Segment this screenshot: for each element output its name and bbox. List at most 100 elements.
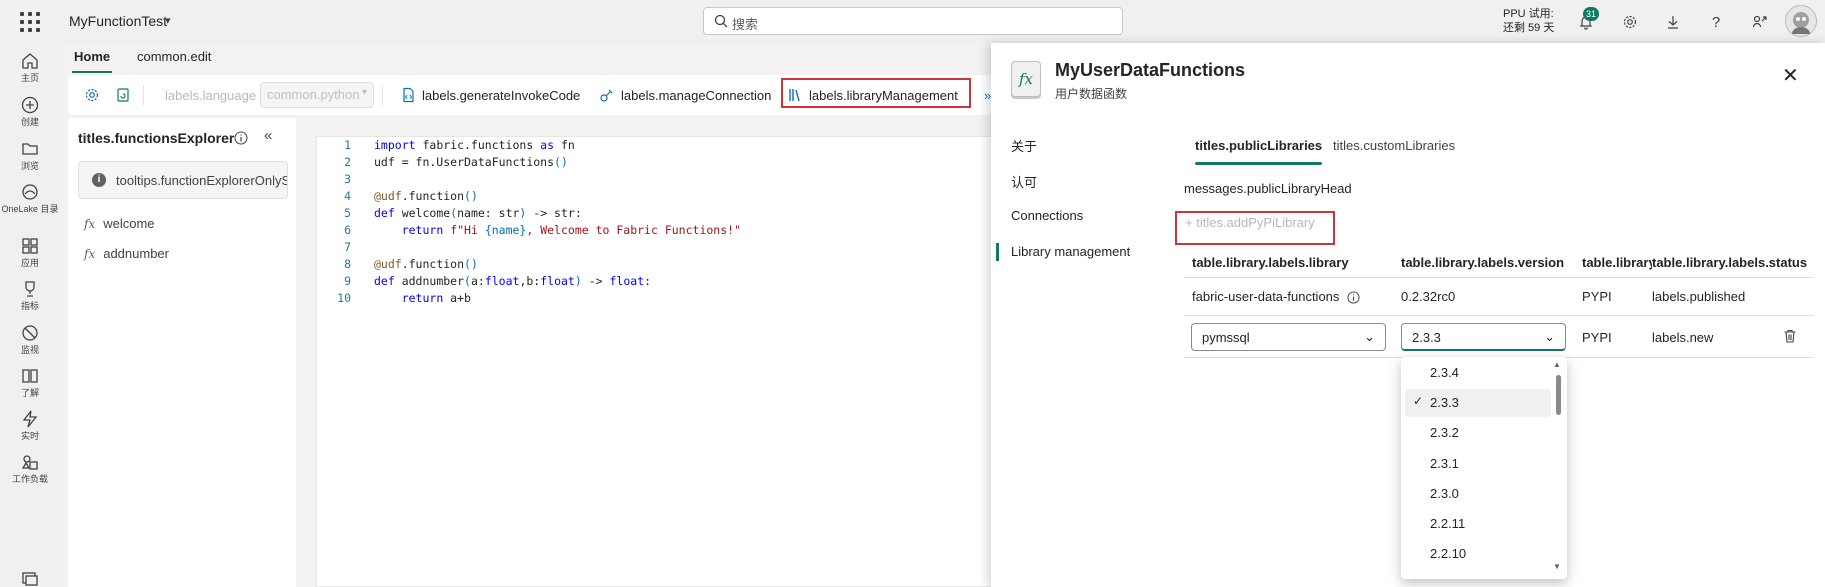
- toolbar-divider: [143, 85, 144, 105]
- info-icon[interactable]: [1347, 291, 1360, 304]
- close-icon[interactable]: ✕: [1782, 63, 1799, 88]
- language-label: labels.language: [165, 87, 257, 103]
- gear-icon: [85, 88, 99, 102]
- code-line: def welcome(name: str) -> str:: [374, 206, 582, 220]
- search-placeholder: 搜索: [732, 17, 759, 32]
- column-status: table.library.labels.status: [1652, 255, 1808, 270]
- tab-custom-libraries[interactable]: titles.customLibraries: [1333, 138, 1455, 153]
- rail-item-apps[interactable]: 应用: [0, 236, 60, 269]
- rail-item-workspace[interactable]: [0, 569, 60, 587]
- version-option-selected[interactable]: ✓ 2.3.3: [1405, 389, 1551, 417]
- version-option[interactable]: 2.2.11: [1405, 510, 1551, 538]
- functions-explorer: titles.functionsExplorer « i tooltips.fu…: [68, 118, 296, 587]
- scrollbar-thumb[interactable]: [1556, 375, 1561, 415]
- gear-icon[interactable]: [1620, 12, 1640, 32]
- version-option[interactable]: 2.2.10: [1405, 540, 1551, 568]
- nav-endorsement[interactable]: 认可: [1011, 172, 1037, 191]
- nav-library-management[interactable]: Library management: [995, 243, 1130, 261]
- info-icon: i: [92, 173, 106, 187]
- library-version: 0.2.32rc0: [1401, 289, 1456, 304]
- code-line: @udf.function(): [374, 257, 478, 271]
- workspace-name[interactable]: MyFunctionTest: [69, 13, 167, 29]
- share-icon[interactable]: [1750, 12, 1770, 32]
- explorer-title: titles.functionsExplorer: [78, 130, 235, 146]
- download-icon[interactable]: [1663, 12, 1683, 32]
- divider: [1184, 277, 1814, 278]
- home-icon: [22, 53, 38, 69]
- public-library-head: messages.publicLibraryHead: [1184, 181, 1352, 196]
- chevron-down-icon[interactable]: ▾: [165, 14, 171, 27]
- library-status: labels.new: [1652, 330, 1714, 345]
- workload-icon: [21, 455, 38, 470]
- checkmark-icon: ✓: [1413, 394, 1424, 408]
- version-option[interactable]: 2.3.1: [1405, 450, 1551, 478]
- library-status: labels.published: [1652, 289, 1746, 304]
- scroll-up-icon[interactable]: ▲: [1553, 360, 1561, 369]
- rail-item-create[interactable]: 创建: [0, 95, 60, 128]
- code-line: import fabric.functions as fn: [374, 138, 575, 152]
- settings-button[interactable]: [84, 83, 100, 107]
- refresh-icon: [117, 88, 129, 102]
- version-dropdown[interactable]: 2.3.4 ✓ 2.3.3 2.3.2 2.3.1 2.3.0 2.2.11 2.…: [1401, 357, 1567, 579]
- language-select[interactable]: common.python ▾: [260, 82, 374, 108]
- function-item-addnumber[interactable]: fx addnumber: [84, 246, 169, 261]
- library-source: PYPI: [1582, 330, 1612, 345]
- help-icon[interactable]: ?: [1706, 12, 1726, 32]
- book-icon: [22, 369, 38, 383]
- tab-public-libraries[interactable]: titles.publicLibraries: [1195, 138, 1323, 165]
- code-editor[interactable]: 1 import fabric.functions as fn 2 udf = fn…: [316, 136, 1006, 587]
- rail-item-browse[interactable]: 浏览: [0, 139, 60, 172]
- folder-icon: [22, 143, 38, 155]
- version-option[interactable]: 2.3.4: [1405, 359, 1551, 387]
- trash-icon[interactable]: [1782, 328, 1798, 344]
- code-line: return f"Hi {name}, Welcome to Fabric Fu…: [401, 223, 741, 237]
- rail-item-monitor[interactable]: 监视: [0, 323, 60, 356]
- rail-item-metrics[interactable]: 指标: [0, 279, 60, 312]
- panel-subtitle: 用户数据函数: [1055, 87, 1128, 101]
- toolbar-divider: [382, 85, 383, 105]
- chevron-down-icon: ⌄: [1364, 329, 1375, 344]
- chevron-down-icon: ▾: [361, 87, 367, 98]
- rail-item-workload[interactable]: 工作负载: [0, 452, 60, 485]
- info-icon[interactable]: [234, 131, 248, 145]
- explorer-tip: i tooltips.functionExplorerOnlyShow: [78, 161, 288, 199]
- function-item-welcome[interactable]: fx welcome: [84, 216, 155, 231]
- collapse-icon[interactable]: «: [264, 127, 272, 144]
- top-bar: MyFunctionTest ▾ 搜索 PPU 试用: 还剩 59 天 31 ?: [0, 0, 1825, 43]
- column-source: table.library.labels.source: [1582, 255, 1652, 270]
- version-option[interactable]: 2.3.2: [1405, 419, 1551, 447]
- chevron-down-icon: ⌄: [1544, 329, 1555, 344]
- version-option[interactable]: 2.3.0: [1405, 480, 1551, 508]
- highlight-box: [781, 78, 971, 108]
- monitor-icon: [22, 325, 38, 341]
- rail-item-learn[interactable]: 了解: [0, 366, 60, 399]
- apps-icon: [22, 238, 38, 254]
- manage-connection-button[interactable]: labels.manageConnection: [599, 83, 771, 107]
- plus-circle-icon: [21, 96, 39, 114]
- trial-status: PPU 试用: 还剩 59 天: [1503, 8, 1555, 34]
- workspace-icon: [22, 572, 38, 586]
- lightning-icon: [22, 410, 38, 428]
- avatar[interactable]: [1785, 5, 1817, 37]
- tab-edit[interactable]: common.edit: [137, 49, 211, 64]
- library-select[interactable]: pymssql ⌄: [1191, 323, 1386, 351]
- code-line: def addnumber(a:float,b:float) -> float:: [374, 274, 652, 288]
- notification-badge: 31: [1583, 7, 1599, 21]
- refresh-button[interactable]: [115, 83, 131, 107]
- generate-invoke-code-button[interactable]: labels.generateInvokeCode: [400, 83, 580, 107]
- search-box[interactable]: 搜索: [703, 7, 1123, 35]
- rail-item-onelake[interactable]: OneLake 目录: [0, 182, 60, 215]
- trophy-icon: [25, 281, 35, 297]
- function-icon: fx: [84, 217, 96, 231]
- divider: [1184, 315, 1814, 316]
- version-select[interactable]: 2.3.3 ⌄: [1401, 323, 1566, 351]
- code-line: return a+b: [401, 291, 471, 305]
- scroll-down-icon[interactable]: ▼: [1553, 562, 1561, 571]
- tab-home[interactable]: Home: [71, 49, 113, 73]
- onelake-icon: [22, 184, 38, 200]
- rail-item-realtime[interactable]: 实时: [0, 409, 60, 442]
- app-launcher-icon[interactable]: [20, 12, 40, 32]
- rail-item-home[interactable]: 主页: [0, 51, 60, 84]
- nav-connections[interactable]: Connections: [1011, 208, 1083, 223]
- nav-about[interactable]: 关于: [1011, 136, 1037, 155]
